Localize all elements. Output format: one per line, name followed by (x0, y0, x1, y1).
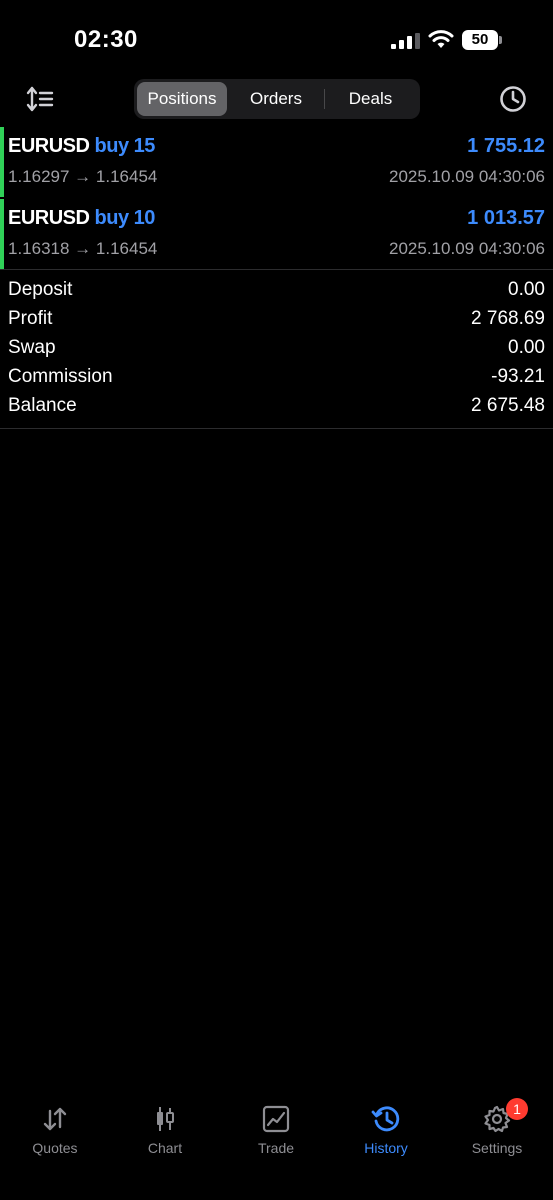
buy-indicator-bar (0, 199, 4, 269)
tab-label: Chart (147, 1140, 183, 1156)
battery-tip (499, 36, 502, 44)
position-prices: 1.16318 → 1.16454 (8, 239, 158, 258)
section-divider (0, 428, 553, 429)
position-prices: 1.16297 → 1.16454 (8, 167, 158, 186)
summary-label: Profit (8, 308, 53, 329)
summary-label: Deposit (8, 279, 73, 300)
summary-deposit: Deposit 0.00 (0, 277, 553, 306)
summary-balance: Balance 2 675.48 (0, 393, 553, 422)
quotes-arrows-icon (43, 1107, 67, 1131)
position-row[interactable]: EURUSD buy 15 1 755.12 1.16297 → 1.16454… (0, 127, 553, 197)
position-profit: 1 013.57 (467, 207, 545, 229)
status-time: 02:30 (74, 26, 138, 53)
summary-value: -93.21 (491, 366, 545, 387)
symbol-label: EURUSD (8, 207, 90, 229)
sort-icon[interactable] (24, 84, 56, 114)
history-clock-icon (371, 1106, 400, 1132)
symbol-label: EURUSD (8, 135, 90, 157)
tab-label: History (364, 1140, 408, 1156)
battery-indicator: 50 (462, 30, 502, 50)
summary-label: Balance (8, 395, 77, 416)
tab-chart[interactable]: Chart (110, 1100, 220, 1160)
tab-history[interactable]: History (331, 1100, 441, 1160)
status-bar: 02:30 50 (0, 0, 553, 70)
tab-orders[interactable]: Orders (230, 82, 322, 116)
summary-label: Swap (8, 337, 56, 358)
summary-swap: Swap 0.00 (0, 335, 553, 364)
tab-quotes[interactable]: Quotes (0, 1100, 110, 1160)
clock-icon[interactable] (498, 84, 528, 114)
position-time: 2025.10.09 04:30:06 (389, 239, 545, 258)
trade-chart-icon (262, 1105, 290, 1133)
segment-control: Positions Orders Deals (134, 79, 420, 119)
summary-value: 0.00 (508, 337, 545, 358)
top-toolbar: Positions Orders Deals (0, 78, 553, 120)
position-profit: 1 755.12 (467, 135, 545, 157)
tab-label: Trade (257, 1140, 295, 1156)
position-symbol: EURUSD buy 10 (8, 207, 155, 230)
bottom-tab-bar: Quotes Chart Trade History 1 Settings (0, 1090, 553, 1200)
tab-trade[interactable]: Trade (221, 1100, 331, 1160)
position-side: buy 15 (94, 135, 156, 157)
summary-value: 2 675.48 (471, 395, 545, 416)
tab-deals[interactable]: Deals (324, 82, 417, 116)
summary-commission: Commission -93.21 (0, 364, 553, 393)
settings-badge: 1 (506, 1098, 528, 1120)
cellular-signal-icon (391, 33, 420, 49)
summary-value: 2 768.69 (471, 308, 545, 329)
tab-settings[interactable]: 1 Settings (442, 1098, 552, 1160)
battery-level: 50 (462, 30, 498, 50)
wifi-icon (428, 30, 454, 48)
tab-label: Settings (471, 1140, 523, 1156)
position-time: 2025.10.09 04:30:06 (389, 167, 545, 186)
position-row[interactable]: EURUSD buy 10 1 013.57 1.16318 → 1.16454… (0, 199, 553, 269)
summary-label: Commission (8, 366, 113, 387)
tab-label: Quotes (32, 1140, 78, 1156)
buy-indicator-bar (0, 127, 4, 197)
position-symbol: EURUSD buy 15 (8, 135, 155, 158)
candlestick-icon (157, 1107, 174, 1131)
section-divider (0, 269, 553, 270)
summary-profit: Profit 2 768.69 (0, 306, 553, 335)
tab-positions[interactable]: Positions (137, 82, 227, 116)
summary-value: 0.00 (508, 279, 545, 300)
position-side: buy 10 (94, 207, 156, 229)
